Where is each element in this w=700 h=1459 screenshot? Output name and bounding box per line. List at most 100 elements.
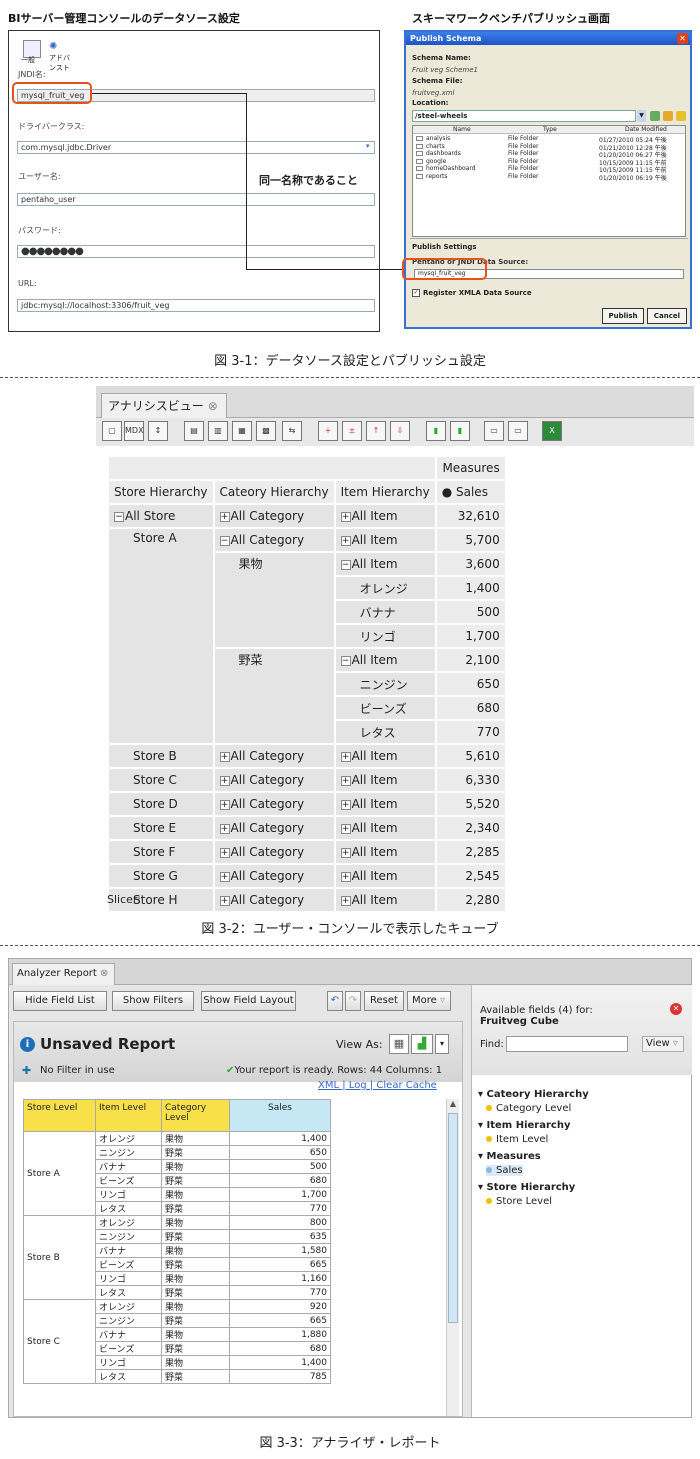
chevron-down-icon[interactable]: ▾ [478,1182,487,1193]
chart-config-icon[interactable]: ▮ [450,421,470,441]
member-all-category[interactable]: + All Category [214,745,334,767]
member-veg[interactable]: 野菜 [214,649,334,743]
close-icon[interactable]: ✕ [670,1003,682,1015]
member-all-item[interactable]: + All Item [335,841,435,863]
col-date[interactable]: Date Modified [625,126,667,133]
drill-position-icon[interactable]: ± [342,421,362,441]
member-item[interactable]: バナナ [335,601,435,623]
mdx-icon[interactable]: MDX [124,421,144,441]
undo-icon[interactable]: ↶ [327,991,343,1011]
drill-through-icon[interactable]: ⇩ [390,421,410,441]
tab-analysis-view[interactable]: アナリシスビュー ⊗ [101,393,227,419]
item-cell[interactable]: ビーンズ [95,1341,162,1356]
member-all-item[interactable]: + All Item [335,745,435,767]
print-icon[interactable]: ▭ [484,421,504,441]
general-tab-label[interactable]: 一般 [21,55,35,65]
clear-cache-link[interactable]: Clear Cache [376,1080,436,1091]
item-cell[interactable]: レタス [95,1285,162,1300]
member-all-store[interactable]: − All Store [109,505,213,527]
category-cell[interactable]: 果物 [161,1159,230,1174]
member-store-a[interactable]: Store A [109,529,213,743]
collapse-icon[interactable]: − [340,560,351,570]
category-cell[interactable]: 果物 [161,1327,230,1342]
member-all-item[interactable]: + All Item [335,793,435,815]
expand-icon[interactable]: + [340,824,351,834]
category-cell[interactable]: 野菜 [161,1341,230,1356]
field-group[interactable]: ▾ Measures [478,1151,541,1162]
item-cell[interactable]: バナナ [95,1159,162,1174]
expand-icon[interactable]: + [219,848,230,858]
header-store-level[interactable]: Store Level [23,1099,96,1132]
member-all-category[interactable]: − All Category [214,529,334,551]
header-category[interactable]: Cateory Hierarchy [214,481,334,503]
member-all-item[interactable]: + All Item [335,817,435,839]
field-item[interactable]: Category Level [486,1103,571,1114]
expand-icon[interactable]: + [340,536,351,546]
table-view-icon[interactable]: ▦ [389,1034,409,1054]
redo-icon[interactable]: ↷ [345,991,361,1011]
member-item[interactable]: レタス [335,721,435,743]
password-field[interactable]: ●●●●●●●● [17,245,375,258]
category-cell[interactable]: 野菜 [161,1145,230,1160]
collapse-icon[interactable]: − [114,512,124,522]
store-cell[interactable]: Store A [23,1131,96,1216]
header-item-level[interactable]: Item Level [95,1099,162,1132]
item-cell[interactable]: レタス [95,1369,162,1384]
category-cell[interactable]: 野菜 [161,1369,230,1384]
show-field-layout-button[interactable]: Show Field Layout [201,991,296,1011]
item-cell[interactable]: オレンジ [95,1215,162,1230]
field-item[interactable]: Sales [486,1165,523,1176]
sort-icon[interactable]: ↕ [148,421,168,441]
expand-icon[interactable]: + [219,752,230,762]
category-cell[interactable]: 野菜 [161,1313,230,1328]
expand-icon[interactable]: + [219,872,230,882]
header-sales[interactable]: Sales [229,1099,331,1132]
expand-icon[interactable]: + [340,848,351,858]
file-name[interactable]: analysis [426,135,450,142]
category-cell[interactable]: 果物 [161,1215,230,1230]
member-item[interactable]: オレンジ [335,577,435,599]
item-cell[interactable]: バナナ [95,1327,162,1342]
expand-icon[interactable]: + [219,824,230,834]
close-icon[interactable]: ⊗ [208,399,218,413]
user-field[interactable]: pentaho_user [17,193,375,206]
field-item[interactable]: Store Level [486,1196,552,1207]
new-folder-icon[interactable] [663,111,673,121]
cancel-button[interactable]: Cancel [647,308,687,324]
header-item[interactable]: Item Hierarchy [335,481,435,503]
scroll-thumb[interactable] [448,1113,458,1323]
col-name[interactable]: Name [453,126,471,133]
header-store[interactable]: Store Hierarchy [109,481,213,503]
item-cell[interactable]: リンゴ [95,1355,162,1370]
excel-icon[interactable]: X [542,421,562,441]
find-input[interactable] [506,1036,628,1052]
member-item[interactable]: リンゴ [335,625,435,647]
chevron-down-icon[interactable]: ▾ [366,142,374,153]
expand-icon[interactable]: + [219,896,230,906]
category-cell[interactable]: 果物 [161,1271,230,1286]
scrollbar[interactable]: ▲ [446,1099,459,1416]
add-filter-icon[interactable]: ✚ [22,1064,31,1077]
member-all-category[interactable]: + All Category [214,865,334,887]
file-name[interactable]: google [426,158,446,165]
field-group[interactable]: ▾ Item Hierarchy [478,1120,570,1131]
header-sales[interactable]: ● Sales [436,481,505,503]
field-group[interactable]: ▾ Cateory Hierarchy [478,1089,589,1100]
expand-icon[interactable]: + [340,752,351,762]
expand-icon[interactable]: + [340,896,351,906]
chevron-down-icon[interactable]: ▾ [435,1034,449,1054]
member-all-category[interactable]: + All Category [214,889,334,911]
member-fruit[interactable]: 果物 [214,553,334,647]
more-button[interactable]: More ▿ [407,991,451,1011]
pdf-icon[interactable]: ▭ [508,421,528,441]
chart-type-icon[interactable]: ▩ [256,421,276,441]
member-all-item[interactable]: + All Item [335,889,435,911]
member-all-category[interactable]: + All Category [214,505,334,527]
member-all-item[interactable]: + All Item [335,865,435,887]
expand-icon[interactable]: + [219,512,230,522]
chart-icon[interactable]: ▮ [426,421,446,441]
table-icon[interactable]: ▦ [232,421,252,441]
member-all-item[interactable]: − All Item [335,553,435,575]
file-name[interactable]: charts [426,143,445,150]
member-item[interactable]: ニンジン [335,673,435,695]
